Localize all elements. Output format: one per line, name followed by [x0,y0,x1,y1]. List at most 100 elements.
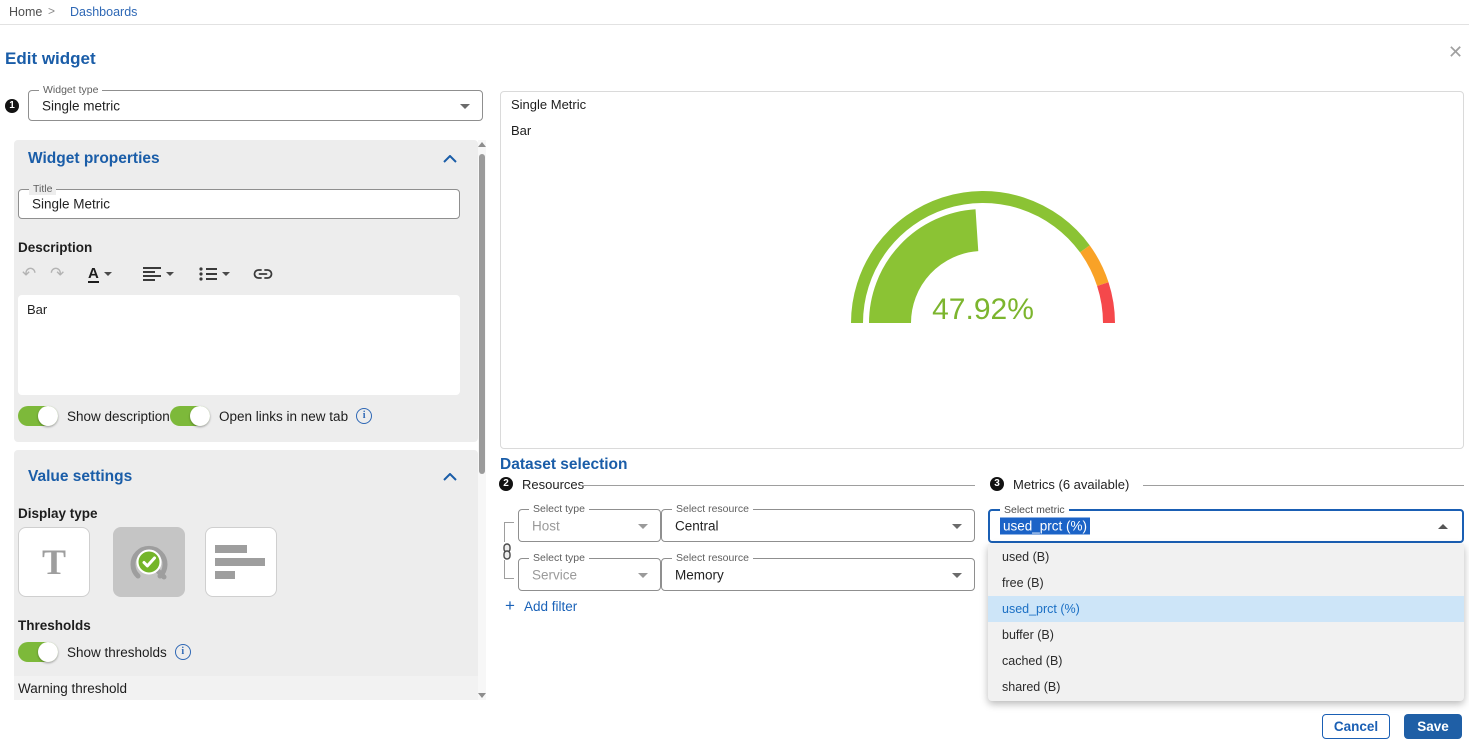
scrollbar-thumb[interactable] [479,154,485,474]
chevron-down-icon [638,573,648,578]
metric-option-selected[interactable]: used_prct (%) [988,596,1464,622]
select-type-label: Select type [529,552,589,564]
display-type-label: Display type [18,506,98,521]
scrollbar[interactable] [478,140,486,700]
description-label: Description [18,240,92,255]
widget-type-label: Widget type [39,84,102,96]
widget-preview-card: Single Metric Bar 47.92% [500,91,1464,449]
undo-button[interactable]: ↶ [22,262,36,286]
breadcrumb-dashboards-link[interactable]: Dashboards [70,5,137,19]
chevron-right-icon: > [48,4,55,18]
save-button[interactable]: Save [1404,714,1462,739]
align-button[interactable] [143,262,174,286]
info-icon[interactable]: i [356,408,372,424]
show-thresholds-toggle[interactable] [18,642,58,662]
gauge-chart: 47.92% [823,183,1143,343]
collapse-chevron-icon[interactable] [443,473,457,481]
cancel-button[interactable]: Cancel [1322,714,1390,739]
text-color-icon: A [88,266,99,283]
redo-button[interactable]: ↷ [50,262,64,286]
widget-type-value: Single metric [42,98,120,113]
step-badge-3: 3 [990,477,1004,491]
metric-select-input[interactable]: Select metric used_prct (%) [988,509,1464,543]
add-filter-label: Add filter [524,599,577,614]
resource-type-select-2[interactable]: Select type Service [518,558,661,591]
title-field-value: Single Metric [32,197,110,212]
metric-options-listbox: used (B) free (B) used_prct (%) buffer (… [988,544,1464,701]
resource-type-select-1[interactable]: Select type Host [518,509,661,542]
metric-option[interactable]: shared (B) [988,674,1464,700]
select-resource-label: Select resource [672,503,753,515]
chevron-down-icon [104,272,112,276]
thresholds-label: Thresholds [18,618,91,633]
warning-threshold-row: Warning threshold [14,676,478,700]
preview-title: Single Metric [511,97,586,112]
scroll-up-icon[interactable] [478,142,486,147]
info-icon[interactable]: i [175,644,191,660]
title-field[interactable]: Title Single Metric [18,189,460,219]
show-description-label: Show description [67,409,170,424]
bullet-list-icon [199,266,217,282]
metric-option[interactable]: cached (B) [988,648,1464,674]
link-button[interactable] [252,262,274,286]
chevron-down-icon [166,272,174,276]
link-resources-icon[interactable] [501,543,513,560]
undo-icon: ↶ [22,264,36,284]
gauge-display-icon [126,541,172,583]
value-settings-section: Value settings Display type T Thresho [14,450,478,700]
bar-display-icon [215,540,267,584]
display-type-gauge-button[interactable] [113,527,185,597]
show-thresholds-row: Show thresholds i [18,642,191,662]
gauge-value: 47.92% [932,293,1034,326]
edit-widget-dialog: Home > Dashboards Edit widget ✕ 1 Widget… [0,0,1469,743]
resource-select-2[interactable]: Select resource Memory [661,558,975,591]
plus-icon: + [505,596,515,616]
list-button[interactable] [199,262,230,286]
breadcrumb-home-link[interactable]: Home [9,5,42,19]
breadcrumb: Home > Dashboards [0,0,1469,25]
chevron-down-icon [952,573,962,578]
metrics-label: Metrics (6 available) [1013,477,1129,492]
metric-select-value: used_prct (%) [1000,518,1090,535]
open-links-row: Open links in new tab i [170,406,372,426]
metric-option[interactable]: free (B) [988,570,1464,596]
chevron-up-icon [1438,524,1448,529]
resource-value-2: Memory [675,567,724,582]
dataset-selection-heading: Dataset selection [500,456,628,474]
metric-option[interactable]: buffer (B) [988,622,1464,648]
redo-icon: ↷ [50,264,64,284]
widget-type-select[interactable]: Widget type Single metric [28,90,483,121]
show-description-toggle[interactable] [18,406,58,426]
link-icon [252,266,274,282]
value-settings-heading: Value settings [28,468,132,486]
chevron-down-icon [638,524,648,529]
resource-link-bracket [504,578,514,579]
description-editor[interactable]: Bar [18,295,460,395]
collapse-chevron-icon[interactable] [443,155,457,163]
resource-type-value-2: Service [532,567,577,582]
add-filter-button[interactable]: + Add filter [505,596,577,616]
metrics-rule [1143,485,1464,486]
resources-rule [580,485,975,486]
display-type-text-button[interactable]: T [18,527,90,597]
widget-properties-heading: Widget properties [28,150,160,168]
open-links-toggle[interactable] [170,406,210,426]
scroll-down-icon[interactable] [478,693,486,698]
step-badge-1: 1 [5,99,19,113]
resource-select-1[interactable]: Select resource Central [661,509,975,542]
close-icon[interactable]: ✕ [1448,42,1463,63]
resources-label: Resources [522,477,584,492]
text-display-icon: T [42,541,66,583]
open-links-label: Open links in new tab [219,409,348,424]
page-title: Edit widget [5,49,96,69]
left-settings-panel: Widget properties Title Single Metric De… [14,140,486,700]
show-description-row: Show description [18,406,170,426]
resource-link-bracket [504,522,514,523]
chevron-down-icon [460,104,470,109]
resource-link-bracket [504,560,505,579]
widget-properties-section: Widget properties Title Single Metric De… [14,140,478,442]
text-color-button[interactable]: A [88,262,112,286]
show-thresholds-label: Show thresholds [67,645,167,660]
metric-option[interactable]: used (B) [988,544,1464,570]
display-type-bar-button[interactable] [205,527,277,597]
